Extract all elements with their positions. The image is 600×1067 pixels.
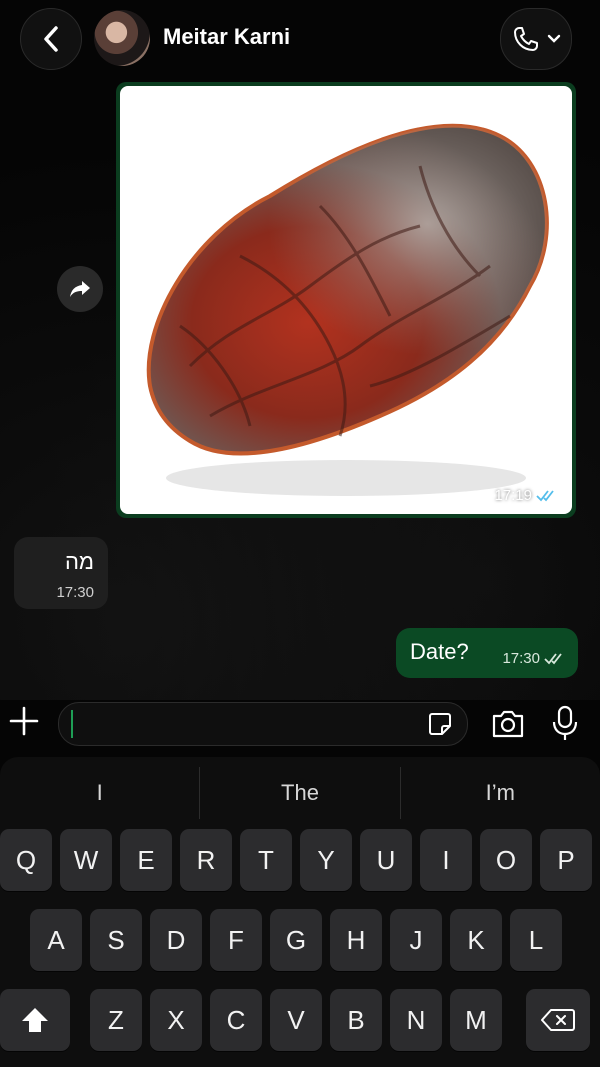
key-z[interactable]: Z [90, 989, 142, 1051]
chevron-left-icon [44, 26, 58, 52]
delivered-receipt-icon [544, 652, 562, 664]
key-x[interactable]: X [150, 989, 202, 1051]
forward-button[interactable] [57, 266, 103, 312]
message-image[interactable]: 17:19 [120, 86, 572, 514]
plus-icon[interactable] [8, 705, 40, 737]
forward-icon [70, 281, 90, 297]
key-d[interactable]: D [150, 909, 202, 971]
key-m[interactable]: M [450, 989, 502, 1051]
sticker-icon[interactable] [427, 711, 453, 737]
image-time: 17:19 [494, 487, 532, 504]
text-caret [71, 710, 73, 738]
message-text: Date? [410, 639, 469, 664]
outgoing-message[interactable]: Date? 17:30 [396, 628, 578, 678]
chat-header: Meitar Karni [0, 0, 600, 80]
key-t[interactable]: T [240, 829, 292, 891]
key-v[interactable]: V [270, 989, 322, 1051]
image-timestamp: 17:19 [494, 487, 558, 504]
key-w[interactable]: W [60, 829, 112, 891]
suggestion-1[interactable]: I [0, 767, 199, 819]
key-h[interactable]: H [330, 909, 382, 971]
message-timestamp: 17:30 [502, 650, 566, 667]
chat-screen: Meitar Karni 17:19 מה 17:30 Date? 17:30 … [0, 0, 600, 1067]
key-a[interactable]: A [30, 909, 82, 971]
keyboard: I The I’m Q W E R T Y U I O P A S D F G … [0, 757, 600, 1067]
backspace-icon [541, 1009, 575, 1031]
shift-icon [22, 1008, 48, 1032]
message-composer [0, 700, 600, 756]
message-input[interactable] [58, 702, 468, 746]
back-button[interactable] [20, 8, 82, 70]
phone-icon [514, 27, 538, 51]
suggestion-2[interactable]: The [199, 767, 399, 819]
contact-avatar[interactable] [94, 10, 150, 66]
backspace-key[interactable] [526, 989, 590, 1051]
contact-name[interactable]: Meitar Karni [163, 24, 290, 50]
key-q[interactable]: Q [0, 829, 52, 891]
key-g[interactable]: G [270, 909, 322, 971]
camera-icon[interactable] [490, 706, 526, 742]
call-button[interactable] [500, 8, 572, 70]
key-y[interactable]: Y [300, 829, 352, 891]
key-p[interactable]: P [540, 829, 592, 891]
key-o[interactable]: O [480, 829, 532, 891]
shift-key[interactable] [0, 989, 70, 1051]
key-r[interactable]: R [180, 829, 232, 891]
incoming-message[interactable]: מה 17:30 [14, 537, 108, 609]
key-i[interactable]: I [420, 829, 472, 891]
key-b[interactable]: B [330, 989, 382, 1051]
microphone-icon[interactable] [550, 704, 580, 742]
key-f[interactable]: F [210, 909, 262, 971]
key-j[interactable]: J [390, 909, 442, 971]
key-s[interactable]: S [90, 909, 142, 971]
key-e[interactable]: E [120, 829, 172, 891]
key-c[interactable]: C [210, 989, 262, 1051]
chevron-down-icon [547, 34, 561, 43]
key-u[interactable]: U [360, 829, 412, 891]
key-k[interactable]: K [450, 909, 502, 971]
suggestion-3[interactable]: I’m [399, 767, 600, 819]
key-n[interactable]: N [390, 989, 442, 1051]
read-receipt-icon [536, 489, 554, 501]
message-time: 17:30 [502, 650, 540, 667]
message-text: מה [64, 549, 94, 574]
key-l[interactable]: L [510, 909, 562, 971]
message-time: 17:30 [56, 584, 94, 601]
suggestion-bar: I The I’m [0, 767, 600, 819]
date-fruit-image [146, 123, 549, 496]
image-message[interactable]: 17:19 [116, 82, 576, 518]
